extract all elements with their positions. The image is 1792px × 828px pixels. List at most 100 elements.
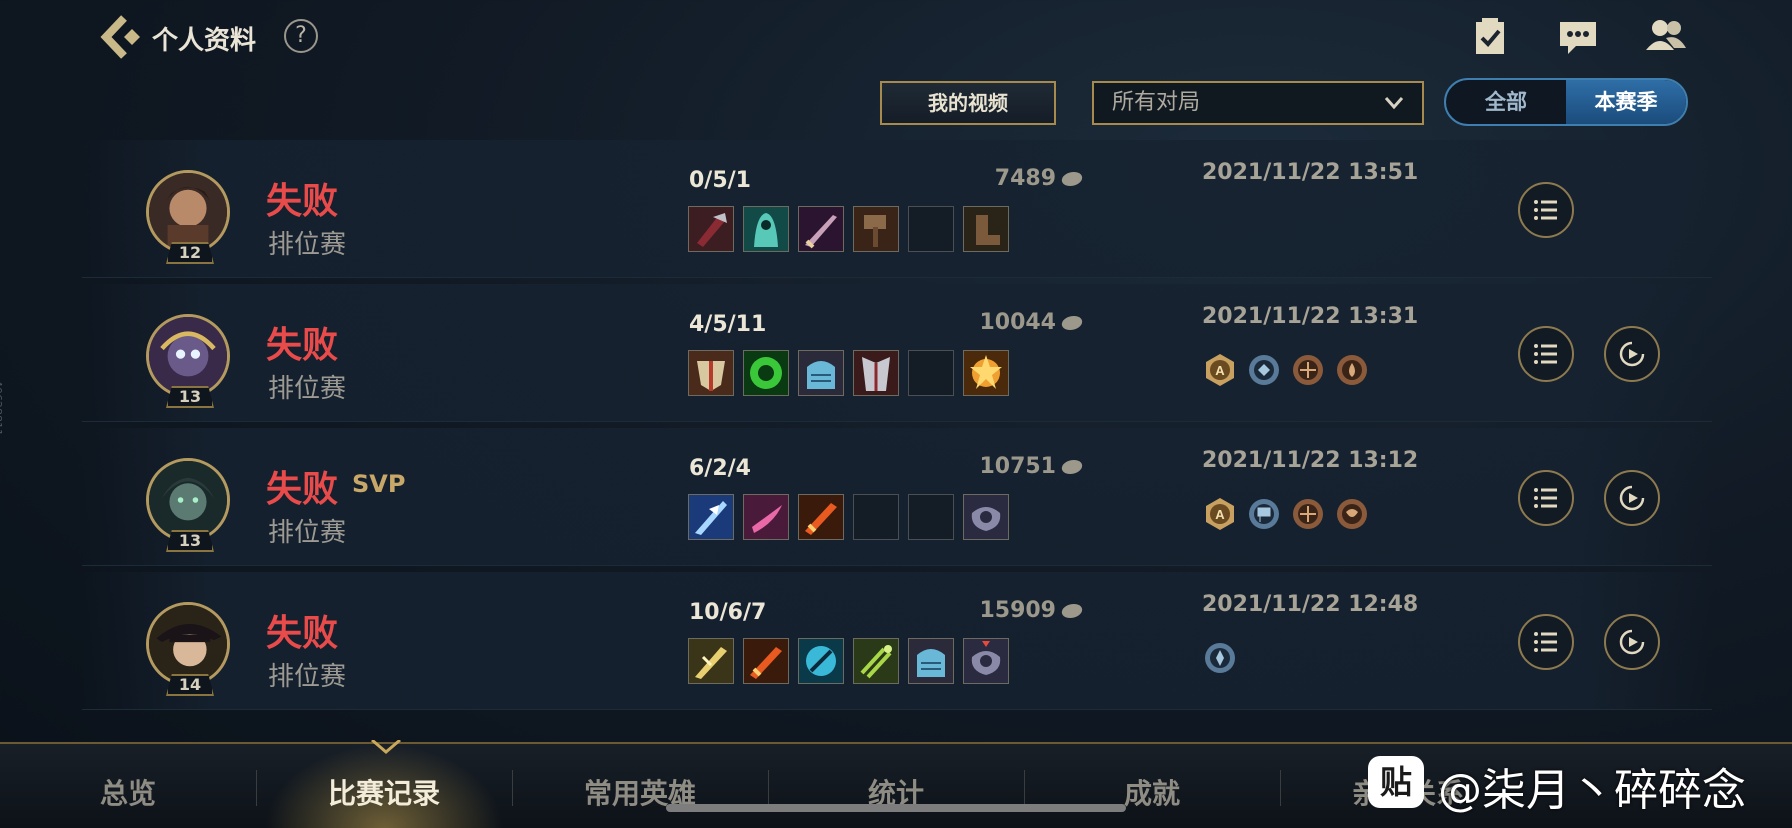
match-mode: 排位赛 [268, 230, 347, 260]
hero-level: 12 [166, 242, 214, 264]
svg-text:A: A [1215, 507, 1225, 522]
task-check-icon[interactable] [1468, 16, 1512, 56]
match-time: 2021/11/22 13:31 [1202, 304, 1419, 329]
gold-value: 10751 [979, 454, 1056, 479]
kda: 6/2/4 [689, 456, 751, 481]
item-icon[interactable] [798, 494, 844, 540]
blue-honor-badge-icon [1249, 499, 1279, 529]
gold: 10044 [922, 310, 1084, 335]
rating-a-badge-icon: A [1206, 354, 1234, 386]
home-indicator[interactable] [666, 804, 1126, 812]
season-toggle[interactable]: 全部 本赛季 [1444, 78, 1688, 126]
list-icon [1534, 488, 1557, 508]
item-icon[interactable] [743, 350, 789, 396]
item-icon[interactable] [963, 206, 1009, 252]
item-icon[interactable] [688, 350, 734, 396]
match-detail-button[interactable] [1518, 182, 1574, 238]
item-icon[interactable] [853, 350, 899, 396]
toggle-this-season[interactable]: 本赛季 [1566, 80, 1686, 124]
bronze-honor-badge-icon [1337, 355, 1367, 385]
kda: 10/6/7 [689, 600, 767, 625]
gold-icon [1060, 172, 1084, 186]
item-icon[interactable] [743, 638, 789, 684]
svp-badge: SVP [352, 470, 406, 498]
hero-level: 13 [166, 386, 214, 408]
replay-button[interactable] [1604, 326, 1660, 382]
item-icon[interactable] [853, 638, 899, 684]
match-list: 12 失败 排位赛 0/5/1 7489 2021/11/22 13:51 13… [82, 140, 1712, 716]
item-icon[interactable] [798, 638, 844, 684]
match-result: 失败 [266, 469, 339, 510]
list-icon [1534, 344, 1557, 364]
hero-avatar [146, 314, 230, 398]
toggle-all[interactable]: 全部 [1446, 80, 1566, 124]
gold: 15909 [922, 598, 1084, 623]
hero-level: 13 [166, 530, 214, 552]
list-icon [1534, 200, 1557, 220]
help-icon[interactable]: ? [284, 19, 318, 53]
bronze-honor-badge-icon [1293, 499, 1323, 529]
item-icon[interactable] [688, 494, 734, 540]
gold-value: 15909 [979, 598, 1056, 623]
replay-button[interactable] [1604, 470, 1660, 526]
gold-icon [1060, 316, 1084, 330]
kda: 0/5/1 [689, 168, 751, 193]
hero-avatar [146, 170, 230, 254]
match-mode: 排位赛 [268, 374, 347, 404]
match-detail-button[interactable] [1518, 614, 1574, 670]
hero-avatar [146, 602, 230, 686]
tab-overview[interactable]: 总览 [0, 772, 256, 812]
chevron-down-icon [1384, 97, 1404, 110]
match-row[interactable]: 12 失败 排位赛 0/5/1 7489 2021/11/22 13:51 [82, 140, 1712, 278]
empty-item-slot[interactable] [908, 206, 954, 252]
match-mode: 排位赛 [268, 518, 347, 548]
item-icon[interactable] [963, 494, 1009, 540]
watermark-text: @柒月丶碎碎念 [1438, 765, 1746, 816]
gold-icon [1060, 460, 1084, 474]
bronze-honor-badge-icon [1293, 355, 1323, 385]
match-filter-value: 所有对局 [1112, 90, 1201, 115]
match-result: 失败 [266, 613, 339, 654]
back-icon[interactable] [98, 14, 142, 60]
empty-item-slot[interactable] [908, 494, 954, 540]
chat-icon[interactable] [1556, 16, 1600, 56]
tab-match-history[interactable]: 比赛记录 [256, 772, 512, 812]
tieba-logo-icon: 贴 [1368, 756, 1424, 808]
item-icon[interactable] [963, 638, 1009, 684]
my-videos-button[interactable]: 我的视频 [880, 81, 1056, 125]
match-time: 2021/11/22 13:51 [1202, 160, 1419, 185]
match-result: 失败 [266, 325, 339, 366]
item-icon[interactable] [963, 350, 1009, 396]
item-icon[interactable] [798, 350, 844, 396]
replay-icon [1619, 341, 1645, 367]
match-row[interactable]: 14 失败 排位赛 10/6/7 15909 2021/11/22 12:48 [82, 572, 1712, 710]
gold: 7489 [922, 166, 1084, 191]
blue-honor-badge-icon [1205, 643, 1235, 673]
gold-icon [1060, 604, 1084, 618]
friends-icon[interactable] [1644, 16, 1688, 56]
hero-avatar [146, 458, 230, 542]
item-icon[interactable] [688, 206, 734, 252]
match-filter-select[interactable]: 所有对局 [1092, 81, 1424, 125]
rating-a-badge-icon: A [1206, 498, 1234, 530]
item-icon[interactable] [798, 206, 844, 252]
top-bar: 个人资料 ? [0, 0, 1792, 75]
empty-item-slot[interactable] [908, 350, 954, 396]
item-icon[interactable] [688, 638, 734, 684]
gold-value: 10044 [979, 310, 1056, 335]
match-row[interactable]: 13 失败 SVP 排位赛 6/2/4 10751 2021/11/22 13:… [82, 428, 1712, 566]
replay-button[interactable] [1604, 614, 1660, 670]
page-title: 个人资料 [152, 26, 257, 56]
item-icon[interactable] [743, 494, 789, 540]
item-icon[interactable] [908, 638, 954, 684]
match-detail-button[interactable] [1518, 326, 1574, 382]
match-result: 失败 [266, 181, 339, 222]
item-icon[interactable] [743, 206, 789, 252]
side-code: 40628811 [0, 380, 4, 436]
gold: 10751 [922, 454, 1084, 479]
match-detail-button[interactable] [1518, 470, 1574, 526]
match-row[interactable]: 13 失败 排位赛 4/5/11 10044 2021/11/22 13:31 … [82, 284, 1712, 422]
item-icon[interactable] [853, 206, 899, 252]
match-time: 2021/11/22 12:48 [1202, 592, 1419, 617]
empty-item-slot[interactable] [853, 494, 899, 540]
